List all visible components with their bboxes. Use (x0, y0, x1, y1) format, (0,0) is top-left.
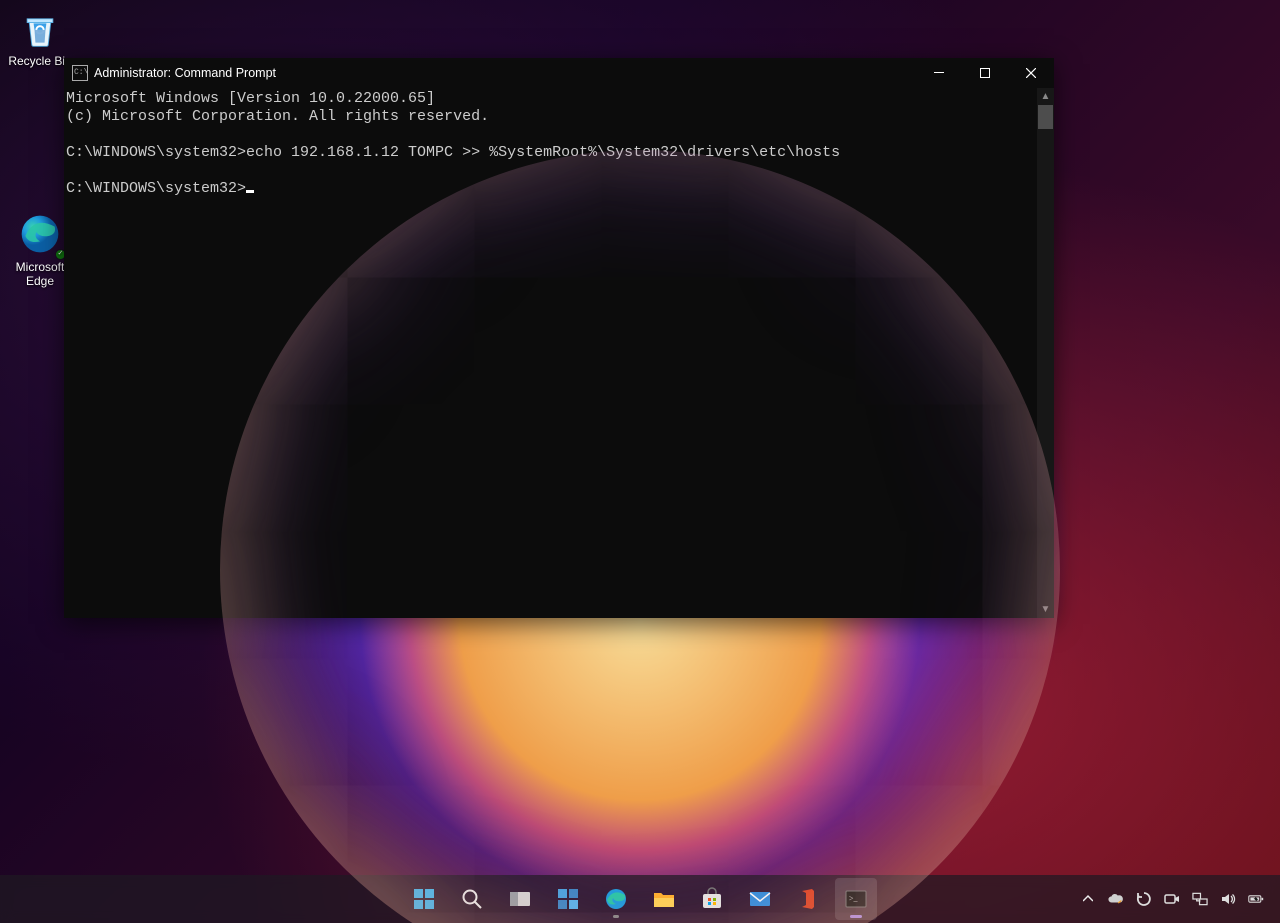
recycle-bin-icon (16, 4, 64, 52)
window-title: Administrator: Command Prompt (94, 66, 276, 80)
chevron-up-icon (1083, 894, 1093, 904)
task-view-icon (508, 887, 532, 911)
tray-windows-update[interactable] (1136, 891, 1152, 907)
tray-network[interactable] (1192, 891, 1208, 907)
taskbar-item-cmd[interactable]: >_ (835, 878, 877, 920)
svg-text:>_: >_ (849, 894, 859, 903)
taskbar[interactable]: >_ (0, 875, 1280, 923)
folder-icon (652, 887, 676, 911)
widgets-button[interactable] (547, 878, 589, 920)
volume-icon (1220, 891, 1236, 907)
scrollbar[interactable]: ▲ ▼ (1037, 88, 1054, 618)
minimize-button[interactable] (916, 58, 962, 88)
cloud-icon (1108, 893, 1124, 905)
tray-battery[interactable] (1248, 891, 1264, 907)
maximize-button[interactable] (962, 58, 1008, 88)
task-view-button[interactable] (499, 878, 541, 920)
desktop[interactable]: Recycle Bin Microsoft Edge Administrator… (0, 0, 1280, 923)
scroll-up-icon[interactable]: ▲ (1037, 88, 1054, 105)
office-icon (796, 887, 820, 911)
terminal-body[interactable]: Microsoft Windows [Version 10.0.22000.65… (64, 88, 1054, 618)
taskbar-item-file-explorer[interactable] (643, 878, 685, 920)
search-button[interactable] (451, 878, 493, 920)
start-button[interactable] (403, 878, 445, 920)
search-icon (460, 887, 484, 911)
tray-overflow-button[interactable] (1080, 891, 1096, 907)
network-icon (1192, 892, 1208, 906)
widgets-icon (556, 887, 580, 911)
terminal-cursor (246, 190, 254, 193)
minimize-icon (934, 68, 944, 78)
scroll-down-icon[interactable]: ▼ (1037, 601, 1054, 618)
mail-icon (748, 887, 772, 911)
meet-icon (1164, 891, 1180, 907)
tray-onedrive[interactable] (1108, 891, 1124, 907)
battery-icon (1248, 893, 1264, 905)
terminal-output[interactable]: Microsoft Windows [Version 10.0.22000.65… (64, 88, 1037, 618)
update-icon (1136, 891, 1152, 907)
cmd-icon (72, 65, 88, 81)
taskbar-item-edge[interactable] (595, 878, 637, 920)
cmd-icon: >_ (844, 887, 868, 911)
maximize-icon (980, 68, 990, 78)
taskbar-item-store[interactable] (691, 878, 733, 920)
taskbar-item-mail[interactable] (739, 878, 781, 920)
titlebar[interactable]: Administrator: Command Prompt (64, 58, 1054, 88)
taskbar-item-office[interactable] (787, 878, 829, 920)
close-icon (1026, 68, 1036, 78)
tray-volume[interactable] (1220, 891, 1236, 907)
start-icon (412, 887, 436, 911)
system-tray[interactable] (1080, 891, 1280, 907)
edge-icon (16, 210, 64, 258)
edge-icon (604, 887, 628, 911)
tray-meet-now[interactable] (1164, 891, 1180, 907)
cmd-window[interactable]: Administrator: Command Prompt Microsoft … (64, 58, 1054, 618)
close-button[interactable] (1008, 58, 1054, 88)
scrollbar-thumb[interactable] (1038, 105, 1053, 129)
store-icon (700, 887, 724, 911)
